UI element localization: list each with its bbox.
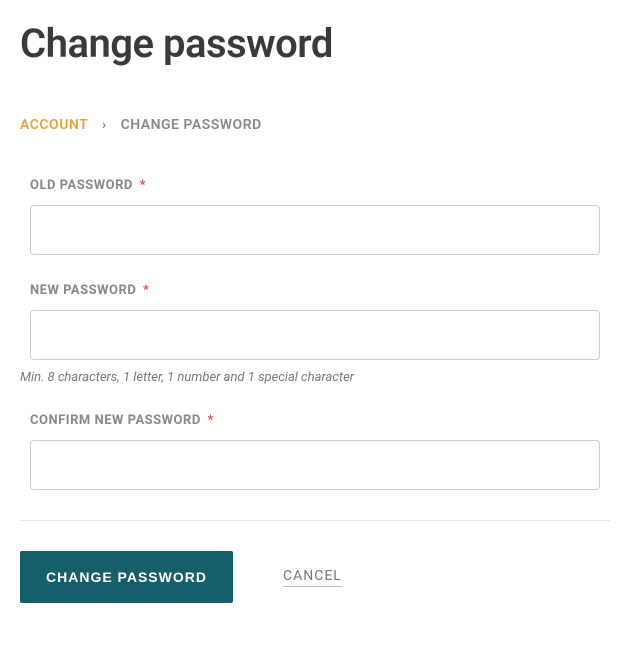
- required-mark: *: [208, 413, 214, 428]
- old-password-label-text: OLD PASSWORD: [30, 178, 133, 193]
- breadcrumb: ACCOUNT › CHANGE PASSWORD: [20, 117, 610, 133]
- confirm-password-input[interactable]: [30, 440, 600, 490]
- new-password-hint: Min. 8 characters, 1 letter, 1 number an…: [20, 370, 600, 385]
- breadcrumb-account-link[interactable]: ACCOUNT: [20, 117, 88, 133]
- old-password-input[interactable]: [30, 205, 600, 255]
- new-password-label-text: NEW PASSWORD: [30, 283, 136, 298]
- new-password-label: NEW PASSWORD *: [30, 283, 600, 298]
- breadcrumb-separator-icon: ›: [102, 117, 107, 133]
- old-password-group: OLD PASSWORD *: [20, 178, 610, 255]
- new-password-group: NEW PASSWORD * Min. 8 characters, 1 lett…: [20, 283, 610, 385]
- new-password-input[interactable]: [30, 310, 600, 360]
- confirm-password-group: CONFIRM NEW PASSWORD *: [20, 413, 610, 490]
- page-title: Change password: [20, 20, 610, 67]
- required-mark: *: [143, 283, 149, 298]
- change-password-button[interactable]: CHANGE PASSWORD: [20, 551, 233, 603]
- old-password-label: OLD PASSWORD *: [30, 178, 600, 193]
- confirm-password-label-text: CONFIRM NEW PASSWORD: [30, 413, 201, 428]
- form-divider: [20, 520, 610, 521]
- cancel-button[interactable]: CANCEL: [283, 568, 342, 587]
- button-row: CHANGE PASSWORD CANCEL: [20, 551, 610, 603]
- confirm-password-label: CONFIRM NEW PASSWORD *: [30, 413, 600, 428]
- breadcrumb-current: CHANGE PASSWORD: [121, 117, 262, 133]
- change-password-form: OLD PASSWORD * NEW PASSWORD * Min. 8 cha…: [20, 178, 610, 603]
- required-mark: *: [140, 178, 146, 193]
